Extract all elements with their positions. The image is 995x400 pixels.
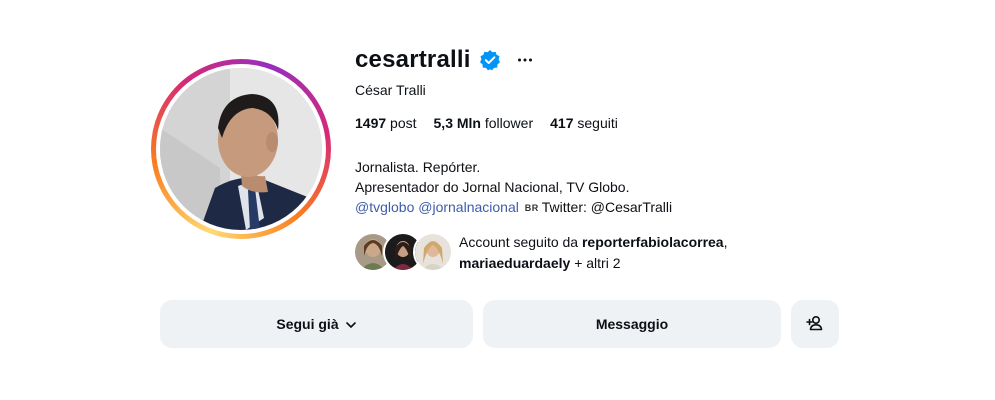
followed-by-section[interactable]: Account seguito da reporterfabiolacorrea… <box>353 232 727 274</box>
avatar-portrait-image <box>160 68 322 230</box>
verified-badge-icon <box>479 49 501 71</box>
mention-tvglobo-link[interactable]: @tvglobo <box>355 199 414 215</box>
country-flag-text: BR <box>524 203 539 213</box>
mutual-follower-link[interactable]: mariaeduardaely <box>459 255 570 271</box>
profile-bio: Jornalista. Repórter. Apresentador do Jo… <box>355 157 672 218</box>
following-stat-link[interactable]: 417 seguiti <box>550 115 618 131</box>
followers-count: 5,3 Mln <box>433 115 481 131</box>
bio-line-3: @tvglobo @jornalnacional BR Twitter: @Ces… <box>355 197 672 218</box>
mutual-followers-avatars <box>353 232 453 272</box>
full-name: César Tralli <box>355 82 426 98</box>
following-button[interactable]: Segui già <box>160 300 473 348</box>
chevron-down-icon <box>345 318 357 330</box>
mutual-follower-avatar <box>413 232 453 272</box>
followed-by-text: Account seguito da reporterfabiolacorrea… <box>459 232 727 274</box>
message-button-label: Messaggio <box>595 316 669 332</box>
bio-line-1: Jornalista. Repórter. <box>355 159 481 175</box>
followed-by-suffix: + altri 2 <box>574 255 621 271</box>
more-options-icon[interactable] <box>513 48 537 72</box>
following-count: 417 <box>550 115 574 131</box>
twitter-handle-text: Twitter: @CesarTralli <box>541 199 673 215</box>
followed-by-prefix: Account seguito da <box>459 234 579 250</box>
posts-count: 1497 <box>355 115 387 131</box>
mention-jornalnacional-link[interactable]: @jornalnacional <box>418 199 519 215</box>
posts-count-stat: 1497 post <box>355 115 417 131</box>
suggested-accounts-button[interactable] <box>791 300 839 348</box>
followed-by-separator: , <box>723 234 728 250</box>
posts-label: post <box>390 115 417 131</box>
add-person-icon <box>806 314 824 335</box>
message-button[interactable]: Messaggio <box>483 300 781 348</box>
followers-stat-link[interactable]: 5,3 Mln follower <box>434 115 534 131</box>
profile-avatar-ring[interactable] <box>151 59 331 239</box>
following-button-label: Segui già <box>276 316 339 332</box>
username: cesartralli <box>355 46 471 73</box>
bio-line-2: Apresentador do Jornal Nacional, TV Glob… <box>355 179 630 195</box>
profile-stats: 1497 post 5,3 Mln follower 417 seguiti <box>355 115 635 131</box>
avatar-ring-gap <box>156 64 326 234</box>
username-row: cesartralli <box>355 42 537 78</box>
profile-avatar[interactable] <box>160 68 322 230</box>
followers-label: follower <box>484 115 534 131</box>
following-label: seguiti <box>577 115 618 131</box>
mutual-follower-link[interactable]: reporterfabiolacorrea <box>582 234 724 250</box>
